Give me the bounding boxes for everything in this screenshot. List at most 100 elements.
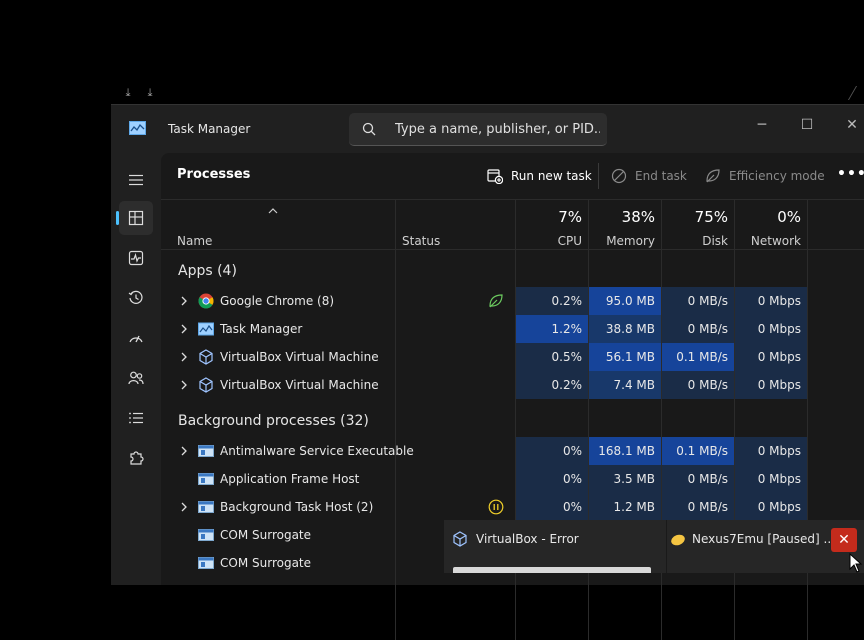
memory-cell: 38.8 MB [589,315,661,343]
suspended-pause-icon [488,499,504,515]
memory-cell: 56.1 MB [589,343,661,371]
process-name: VirtualBox Virtual Machine [220,378,379,392]
header-divider [161,249,864,250]
disk-cell: 0.1 MB/s [662,437,734,465]
taskbar-item-nexus7emu[interactable]: Nexus7Emu [Paused] ... [670,520,835,558]
window-title: Task Manager [168,122,251,136]
popup-divider [666,520,667,573]
nav-processes[interactable] [116,201,153,235]
search-box[interactable] [349,113,607,146]
nav-startup-apps[interactable] [119,321,153,355]
process-row-application-frame-host[interactable]: Application Frame Host 0% 3.5 MB 0 MB/s … [161,465,864,493]
process-row-antimalware[interactable]: Antimalware Service Executable 0% 168.1 … [161,437,864,465]
cpu-column-header[interactable]: 7% CPU [516,200,588,249]
memory-total-percent: 38% [621,208,655,226]
memory-cell: 95.0 MB [589,287,661,315]
disk-cell: 0 MB/s [662,493,734,521]
cpu-cell: 0.2% [516,371,588,399]
name-column-header[interactable]: Name [161,200,395,249]
download-icon: ⤓ [125,86,131,99]
network-total-percent: 0% [777,208,801,226]
toolbar: Processes Run new task End task Efficien… [161,153,864,200]
network-cell: 0 Mbps [735,315,807,343]
chevron-right-icon[interactable] [179,500,189,514]
nav-users[interactable] [119,361,153,395]
efficiency-mode-label: Efficiency mode [729,169,825,183]
cpu-cell: 0% [516,437,588,465]
chevron-right-icon[interactable] [179,350,189,364]
memory-cell: 7.4 MB [589,371,661,399]
task-manager-app-icon [129,121,146,135]
process-name: Task Manager [220,322,303,336]
process-row-google-chrome[interactable]: Google Chrome (8) 0.2% 95.0 MB 0 MB/s 0 … [161,287,864,315]
process-row-background-task-host[interactable]: Background Task Host (2) 0% 1.2 MB 0 MB/… [161,493,864,521]
disk-cell: 0.1 MB/s [662,343,734,371]
nav-app-history[interactable] [119,281,153,315]
network-cell: 0 Mbps [735,465,807,493]
service-window-icon [198,529,214,541]
process-name: VirtualBox Virtual Machine [220,350,379,364]
run-new-task-button[interactable]: Run new task [487,167,592,185]
more-options-button[interactable]: ••• [837,165,864,185]
chevron-right-icon[interactable] [179,444,189,458]
chevron-right-icon[interactable] [179,294,189,308]
memory-column-label: Memory [606,234,655,248]
disk-cell: 0 MB/s [662,371,734,399]
close-preview-button[interactable]: ✕ [831,528,857,552]
performance-icon [128,250,144,266]
nav-services[interactable] [119,441,153,475]
disk-total-percent: 75% [694,208,728,226]
service-window-icon [198,501,214,513]
details-list-icon [129,412,143,424]
hamburger-menu-button[interactable] [119,163,153,197]
status-column-header[interactable]: Status [396,200,515,249]
nav-details[interactable] [119,401,153,435]
chevron-right-icon[interactable] [179,322,189,336]
cpu-cell: 0% [516,493,588,521]
lemon-app-icon [671,534,685,546]
service-window-icon [198,445,214,457]
disk-column-header[interactable]: 75% Disk [662,200,734,249]
window-thumbnail[interactable] [453,567,651,573]
startup-gauge-icon [129,335,143,343]
network-column-header[interactable]: 0% Network [735,200,807,249]
memory-cell: 3.5 MB [589,465,661,493]
task-manager-icon [198,322,214,336]
background-processes-section-header: Background processes (32) [178,413,369,429]
virtualbox-icon [199,377,213,393]
process-row-virtualbox-vm[interactable]: VirtualBox Virtual Machine 0.5% 56.1 MB … [161,343,864,371]
network-cell: 0 Mbps [735,493,807,521]
network-cell: 0 Mbps [735,437,807,465]
memory-column-header[interactable]: 38% Memory [589,200,661,249]
page-title: Processes [177,167,251,182]
process-row-task-manager[interactable]: Task Manager 1.2% 38.8 MB 0 MB/s 0 Mbps [161,315,864,343]
search-input[interactable] [395,113,600,145]
end-task-button[interactable]: End task [611,167,687,185]
run-new-task-label: Run new task [511,169,592,183]
network-column-label: Network [750,234,801,248]
taskbar-preview-popup: VirtualBox - Error Nexus7Emu [Paused] ..… [444,520,864,573]
mouse-cursor-icon [849,553,863,573]
toolbar-separator [598,163,599,189]
window-edge [847,86,864,100]
chevron-right-icon[interactable] [179,378,189,392]
process-name: Google Chrome (8) [220,294,335,308]
taskbar-item-virtualbox-error[interactable]: VirtualBox - Error [452,520,652,558]
close-window-button[interactable]: ✕ [835,111,864,139]
service-window-icon [198,557,214,569]
taskbar-item-label: Nexus7Emu [Paused] ... [692,532,835,546]
memory-cell: 1.2 MB [589,493,661,521]
cpu-cell: 0% [516,465,588,493]
virtualbox-icon [453,531,467,547]
nav-performance[interactable] [119,241,153,275]
process-name: COM Surrogate [220,556,312,570]
minimize-button[interactable]: ─ [745,111,779,139]
efficiency-mode-button[interactable]: Efficiency mode [705,167,825,185]
hamburger-icon [129,174,143,186]
services-puzzle-icon [130,451,144,465]
process-row-virtualbox-vm[interactable]: VirtualBox Virtual Machine 0.2% 7.4 MB 0… [161,371,864,399]
maximize-button[interactable]: ☐ [790,111,824,139]
title-bar[interactable]: Task Manager ─ ☐ ✕ [111,105,864,153]
search-icon [362,122,376,136]
disk-cell: 0 MB/s [662,465,734,493]
